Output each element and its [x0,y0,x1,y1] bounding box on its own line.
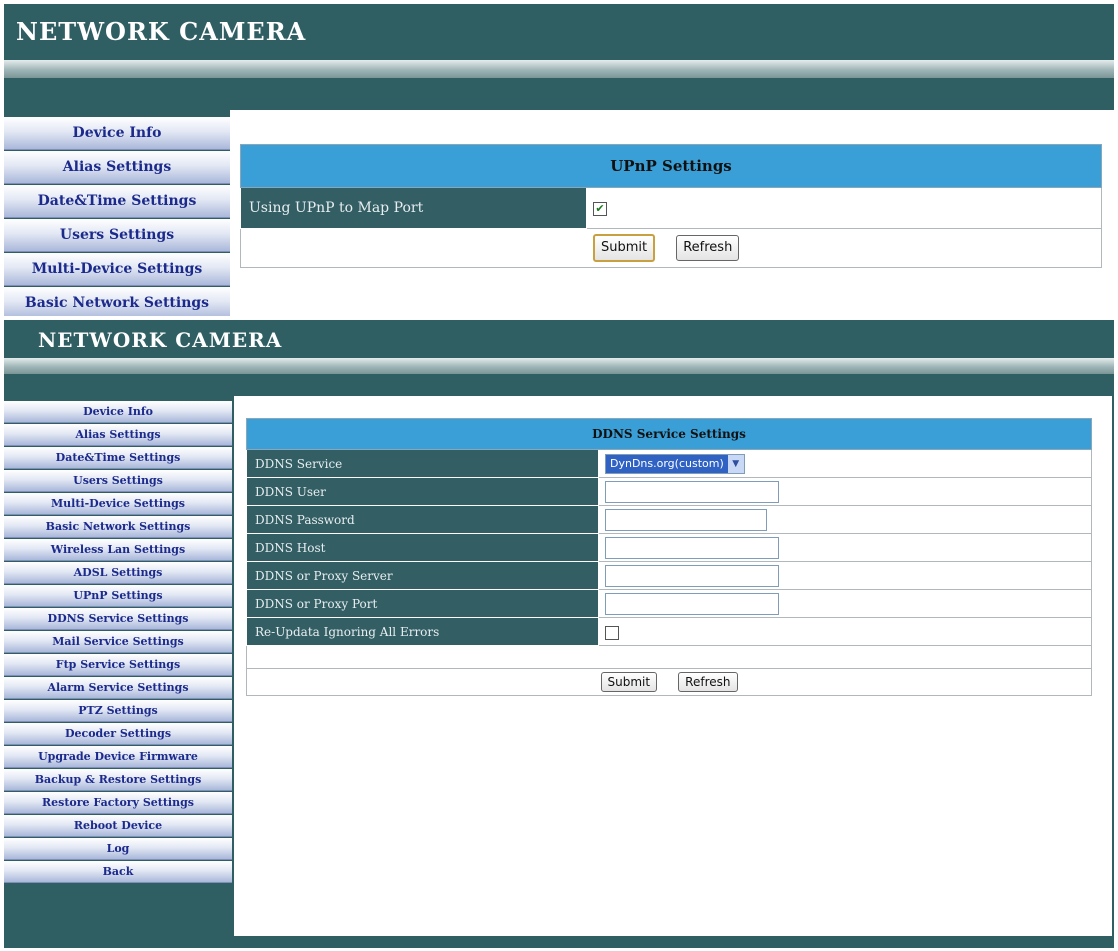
menu-item-ftp-service-settings[interactable]: Ftp Service Settings [4,654,232,676]
form-title: DDNS Service Settings [246,418,1092,450]
proxy-server-cell [598,561,1092,590]
menu-item-adsl-settings[interactable]: ADSL Settings [4,562,232,584]
header-stripe [4,358,1114,374]
reupdate-cell [598,617,1092,646]
ddns-service-select[interactable]: DynDns.org(custom) ▼ [605,453,745,474]
reupdate-label: Re-Updata Ignoring All Errors [246,617,599,646]
proxy-port-input[interactable] [605,592,779,615]
menu-item-mail-service-settings[interactable]: Mail Service Settings [4,631,232,653]
upnp-settings-screenshot: NETWORK CAMERA Device Info Alias Setting… [4,4,1114,316]
ddns-host-label: DDNS Host [246,533,599,562]
menu-item-alias-settings[interactable]: Alias Settings [4,151,230,184]
menu-item-alarm-service-settings[interactable]: Alarm Service Settings [4,677,232,699]
ddns-service-selected-value: DynDns.org(custom) [606,454,728,473]
menu-item-restore-factory-settings[interactable]: Restore Factory Settings [4,792,232,814]
content-panel: UPnP Settings Using UPnP to Map Port ✔ S… [230,110,1114,316]
menu-item-device-info[interactable]: Device Info [4,401,232,423]
content-panel: DDNS Service Settings DDNS Service DynDn… [234,396,1112,936]
menu-item-device-info[interactable]: Device Info [4,117,230,150]
menu-item-reboot-device[interactable]: Reboot Device [4,815,232,837]
form-actions: Submit Refresh [246,668,1092,696]
submit-button[interactable]: Submit [593,234,656,262]
ddns-user-label: DDNS User [246,477,599,506]
menu-item-basic-network-settings[interactable]: Basic Network Settings [4,516,232,538]
form-actions: Submit Refresh [240,228,1102,268]
reupdate-checkbox[interactable] [605,625,619,640]
ddns-password-input[interactable] [605,508,767,531]
proxy-port-label: DDNS or Proxy Port [246,589,599,618]
menu-item-ddns-service-settings[interactable]: DDNS Service Settings [4,608,232,630]
menu-item-ptz-settings[interactable]: PTZ Settings [4,700,232,722]
proxy-server-label: DDNS or Proxy Server [246,561,599,590]
menu-item-upnp-settings[interactable]: UPnP Settings [4,585,232,607]
menu-item-basic-network-settings[interactable]: Basic Network Settings [4,287,230,316]
form-spacer-row [246,645,1092,669]
app-banner-title: NETWORK CAMERA [16,17,307,46]
ddns-user-input[interactable] [605,480,779,503]
ddns-host-cell [598,533,1092,562]
menu-item-multi-device-settings[interactable]: Multi-Device Settings [4,493,232,515]
upnp-map-port-label: Using UPnP to Map Port [240,187,587,229]
menu-item-decoder-settings[interactable]: Decoder Settings [4,723,232,745]
menu-item-back[interactable]: Back [4,861,232,883]
ddns-password-label: DDNS Password [246,505,599,534]
menu-item-wireless-lan-settings[interactable]: Wireless Lan Settings [4,539,232,561]
ddns-settings-screenshot: NETWORK CAMERA Device Info Alias Setting… [4,320,1114,948]
proxy-server-input[interactable] [605,564,779,587]
menu-item-alias-settings[interactable]: Alias Settings [4,424,232,446]
chevron-down-icon: ▼ [727,454,744,473]
sidebar-menu: Device Info Alias Settings Date&Time Set… [4,400,232,948]
app-banner-title: NETWORK CAMERA [38,328,283,352]
menu-item-users-settings[interactable]: Users Settings [4,470,232,492]
menu-item-backup-restore-settings[interactable]: Backup & Restore Settings [4,769,232,791]
sidebar-menu: Device Info Alias Settings Date&Time Set… [4,116,230,316]
menu-item-datetime-settings[interactable]: Date&Time Settings [4,447,232,469]
menu-item-multi-device-settings[interactable]: Multi-Device Settings [4,253,230,286]
header-stripe [4,60,1114,78]
upnp-map-port-cell: ✔ [586,187,1102,229]
refresh-button[interactable]: Refresh [676,235,740,261]
refresh-button[interactable]: Refresh [678,672,738,692]
upnp-settings-form: UPnP Settings Using UPnP to Map Port ✔ S… [240,144,1102,268]
form-title: UPnP Settings [240,144,1102,188]
ddns-service-label: DDNS Service [246,449,599,478]
proxy-port-cell [598,589,1092,618]
ddns-host-input[interactable] [605,536,779,559]
ddns-password-cell [598,505,1092,534]
ddns-user-cell [598,477,1092,506]
submit-button[interactable]: Submit [600,672,658,692]
menu-item-datetime-settings[interactable]: Date&Time Settings [4,185,230,218]
menu-item-users-settings[interactable]: Users Settings [4,219,230,252]
ddns-service-cell: DynDns.org(custom) ▼ [598,449,1092,478]
menu-item-upgrade-firmware[interactable]: Upgrade Device Firmware [4,746,232,768]
menu-item-log[interactable]: Log [4,838,232,860]
ddns-settings-form: DDNS Service Settings DDNS Service DynDn… [246,418,1092,696]
upnp-map-port-checkbox[interactable]: ✔ [593,202,607,216]
